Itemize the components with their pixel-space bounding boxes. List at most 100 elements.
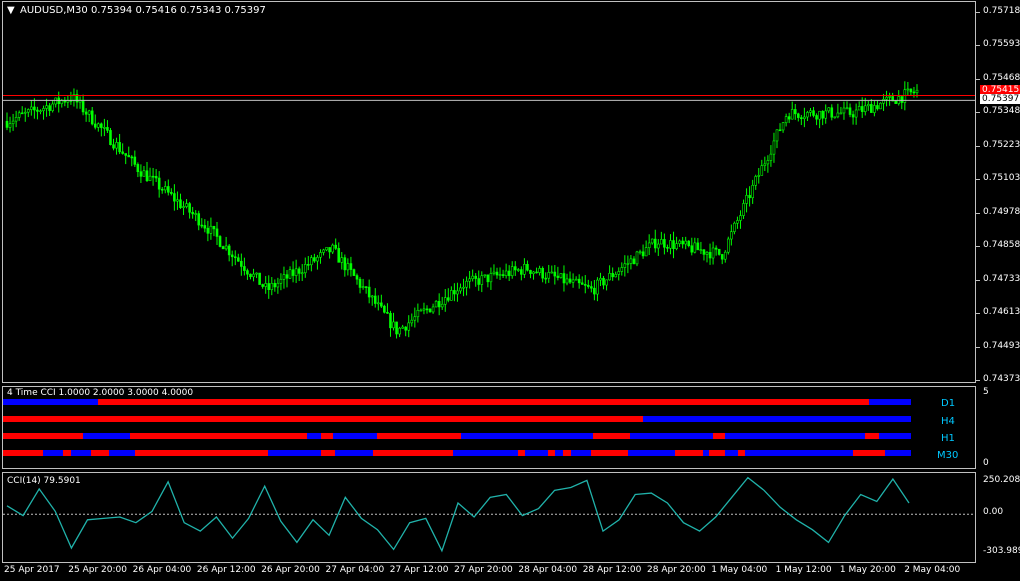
candle-body — [641, 251, 645, 257]
candle-body — [60, 100, 64, 105]
candle-body — [708, 251, 712, 259]
candle-body — [544, 277, 547, 280]
candle-body — [377, 302, 380, 305]
candle-body — [590, 286, 593, 289]
candle-body — [154, 176, 158, 179]
candle-body — [246, 270, 249, 275]
time-tick-label: 1 May 04:00 — [711, 565, 768, 575]
candle-body — [483, 274, 487, 277]
candle-body — [766, 160, 770, 165]
candle-body — [675, 243, 678, 249]
candle-body — [221, 246, 225, 250]
candle-body — [498, 274, 502, 276]
candle-body — [340, 257, 344, 263]
candle-body — [720, 254, 724, 260]
price-tick — [976, 380, 980, 381]
candle-body — [876, 105, 879, 110]
cci-state-segment — [675, 450, 703, 456]
candle-body — [699, 249, 703, 252]
time-tick-label: 25 Apr 2017 — [4, 565, 60, 575]
candle-body — [121, 151, 124, 154]
candle-body — [547, 272, 551, 279]
candle-body — [410, 319, 414, 324]
candle-body — [617, 271, 621, 275]
candle-body — [614, 274, 617, 278]
candle-body — [36, 109, 39, 112]
tcci-axis-max: 5 — [983, 387, 989, 397]
candle-body — [803, 116, 806, 120]
cci-state-segment — [461, 433, 593, 439]
candle-body — [267, 283, 271, 290]
candle-body — [90, 110, 94, 125]
candle-body — [800, 117, 803, 120]
cci-state-segment — [525, 450, 548, 456]
candle-body — [492, 271, 496, 274]
candle-body — [401, 326, 404, 329]
candle-body — [8, 123, 12, 128]
candle-body — [730, 231, 733, 240]
cci-panel[interactable]: CCI(14) 79.5901 — [2, 472, 976, 563]
candle-body — [687, 240, 691, 247]
candle-body — [854, 109, 858, 118]
candle-body — [136, 164, 140, 172]
candle-body — [124, 153, 127, 156]
candle-body — [361, 286, 365, 288]
candle-body — [182, 206, 185, 208]
candle-body — [504, 270, 508, 276]
candle-body — [559, 273, 563, 278]
candle-body — [520, 269, 523, 275]
candle-body — [906, 88, 910, 91]
cci-axis-min: -303.9891 — [983, 546, 1020, 556]
candle-body — [568, 278, 572, 283]
price-chart-panel[interactable]: ▼ AUDUSD,M30 0.75394 0.75416 0.75343 0.7… — [2, 1, 976, 383]
candle-body — [170, 191, 173, 194]
candle-body — [310, 257, 313, 266]
candle-body — [663, 239, 666, 248]
candle-body — [672, 240, 675, 249]
candle-body — [115, 142, 118, 149]
candle-body — [517, 269, 520, 271]
candle-body — [419, 309, 423, 312]
candle-body — [416, 310, 420, 318]
candle-body — [425, 308, 429, 311]
candle-body — [867, 104, 870, 107]
cci-state-segment — [548, 450, 555, 456]
candle-body — [690, 245, 694, 253]
price-tick-label: 0.74858 — [983, 240, 1020, 251]
candle-body — [760, 165, 764, 176]
candle-body — [751, 184, 754, 199]
candle-body — [130, 156, 134, 159]
candle-body — [477, 278, 481, 285]
four-time-cci-panel[interactable]: 4 Time CCI 1.0000 2.0000 3.0000 4.0000 D… — [2, 386, 976, 469]
candle-body — [824, 110, 827, 119]
cci-state-segment — [43, 450, 63, 456]
price-tick — [976, 145, 980, 147]
price-tick-label: 0.75593 — [983, 39, 1020, 50]
candle-body — [833, 116, 837, 119]
candle-body — [450, 290, 453, 301]
candle-body — [851, 114, 855, 118]
candle-body — [447, 297, 450, 301]
candle-body — [632, 258, 636, 265]
candle-body — [167, 186, 170, 193]
candle-body — [565, 278, 569, 284]
time-tick-label: 27 Apr 04:00 — [325, 565, 385, 575]
cci-state-segment — [725, 433, 865, 439]
cci-state-segment — [3, 399, 98, 405]
candle-body — [279, 278, 283, 284]
candle-body — [103, 127, 106, 129]
chart-dropdown-icon[interactable]: ▼ — [7, 5, 15, 16]
candle-body — [501, 274, 505, 276]
cci-state-segment — [591, 450, 628, 456]
cci-axis-max: 250.2083 — [983, 475, 1020, 485]
candle-body — [142, 170, 146, 177]
price-chart — [3, 81, 975, 339]
candle-body — [133, 156, 137, 165]
candle-body — [139, 171, 143, 177]
candle-body — [583, 284, 587, 286]
candle-body — [343, 257, 347, 271]
candle-body — [647, 242, 651, 249]
candle-body — [109, 130, 112, 145]
candle-body — [173, 193, 176, 202]
price-tick — [976, 313, 980, 315]
